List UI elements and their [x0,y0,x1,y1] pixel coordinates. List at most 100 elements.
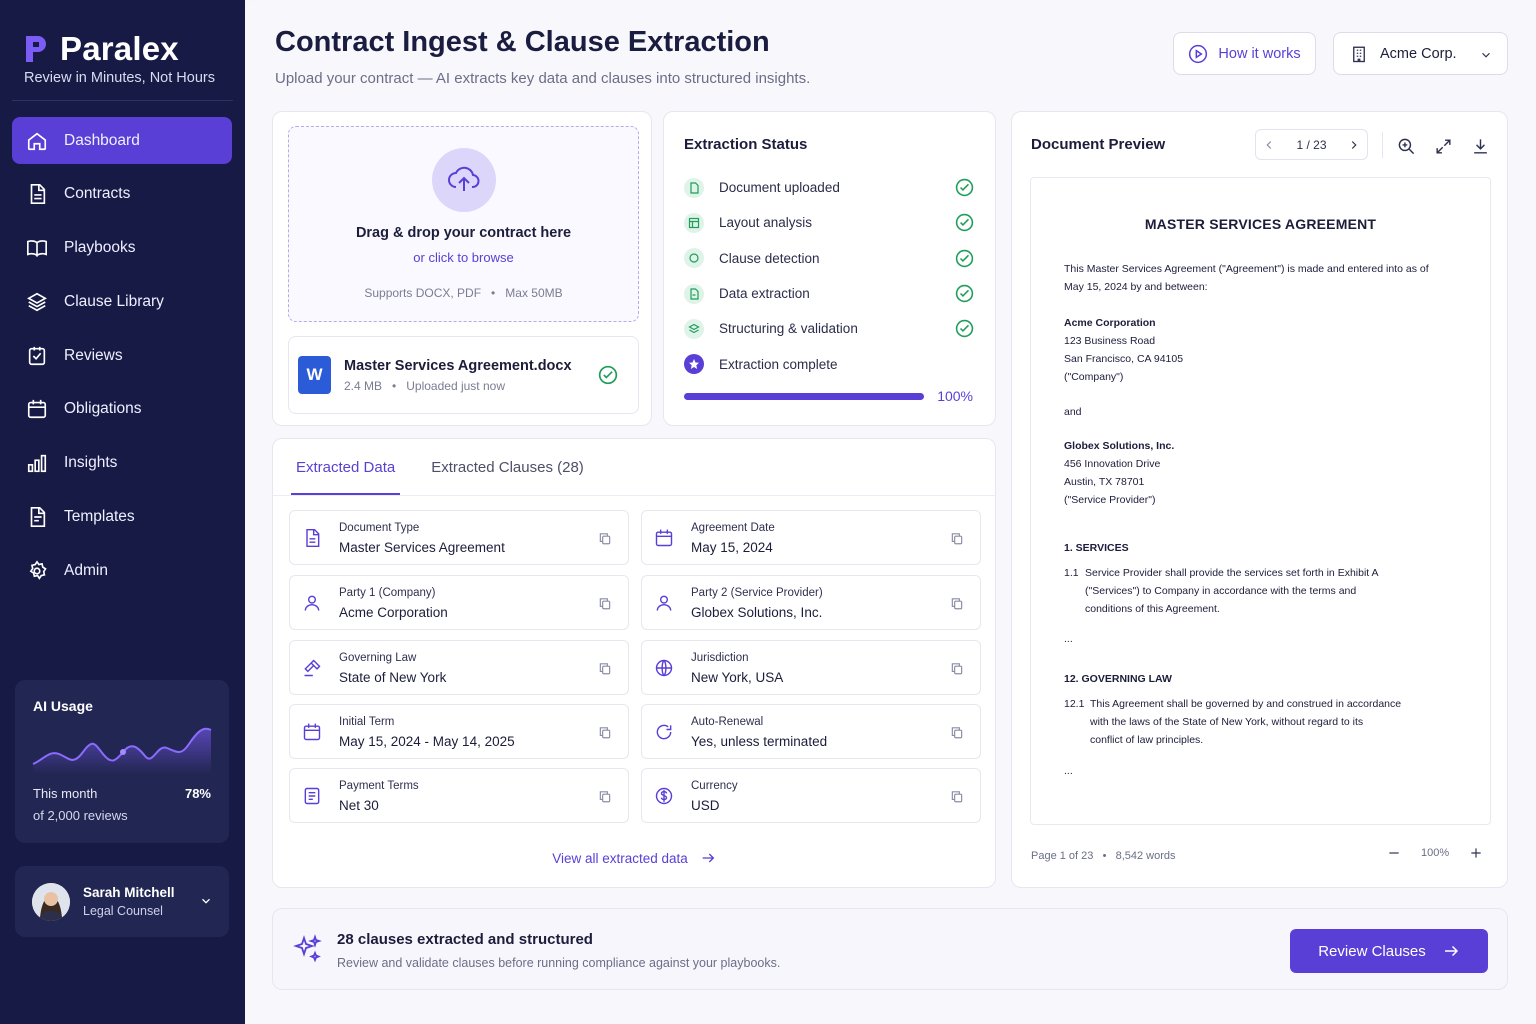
extracted-field-party-2-service-provider[interactable]: Party 2 (Service Provider) Globex Solutio… [641,575,981,630]
sidebar-item-label: Contracts [64,185,131,203]
sparkles-icon [293,934,322,963]
sidebar-item-playbooks[interactable]: Playbooks [12,225,232,272]
org-label: Acme Corp. [1380,45,1457,62]
sidebar-item-contracts[interactable]: Contracts [12,171,232,218]
sidebar-item-label: Dashboard [64,131,140,149]
copy-icon[interactable] [598,725,612,740]
uploaded-file[interactable]: W Master Services Agreement.docx 2.4 MB … [288,336,639,414]
copy-icon[interactable] [950,531,964,546]
toolbar-divider [1382,132,1383,158]
tab-extracted-clauses[interactable]: Extracted Clauses (28) [426,439,589,495]
field-label: Jurisdiction [691,652,749,664]
page-indicator: 1 / 23 [1296,137,1327,152]
field-value: State of New York [339,670,447,685]
supported-formats: Supports DOCX, PDF [364,286,482,300]
page-navigator: 1 / 23 [1255,129,1368,160]
copy-icon[interactable] [950,661,964,676]
progress-fill [684,393,924,400]
progress-label: 100% [937,388,973,404]
home-icon [27,132,47,150]
max-size: Max 50MB [505,286,563,300]
copy-icon[interactable] [950,596,964,611]
dollar-icon [655,787,673,805]
download-icon[interactable] [1471,137,1490,156]
sidebar-item-label: Templates [64,508,135,526]
field-value: Acme Corporation [339,605,448,620]
extraction-status-title: Extraction Status [684,136,808,153]
doc-line: ("Company") [1064,371,1124,383]
template-icon [30,507,46,528]
chevron-left-icon[interactable] [1262,138,1276,152]
review-clauses-button[interactable]: Review Clauses [1290,929,1488,973]
sidebar-item-label: Reviews [64,346,123,364]
extracted-field-party-1-company[interactable]: Party 1 (Company) Acme Corporation [289,575,629,630]
extracted-field-currency[interactable]: Currency USD [641,768,981,823]
doc-ellipsis: ... [1064,633,1073,645]
copy-icon[interactable] [598,531,612,546]
dropzone[interactable]: Drag & drop your contract here or click … [288,126,639,322]
check-square-icon [28,346,46,365]
sidebar-item-label: Insights [64,454,118,472]
extracted-field-payment-terms[interactable]: Payment Terms Net 30 [289,768,629,823]
sidebar-item-obligations[interactable]: Obligations [12,386,232,433]
sidebar-item-admin[interactable]: Admin [12,547,232,594]
extracted-field-initial-term[interactable]: Initial Term May 15, 2024 - May 14, 2025 [289,704,629,759]
extracted-field-document-type[interactable]: Document Type Master Services Agreement [289,510,629,565]
sidebar: Paralex Review in Minutes, Not Hours Das… [0,0,245,1024]
extracted-field-governing-law[interactable]: Governing Law State of New York [289,640,629,695]
check-circle-icon [955,178,974,197]
separator-dot: • [484,286,502,300]
plus-icon[interactable] [1469,846,1483,860]
receipt-icon [304,787,320,805]
copy-icon[interactable] [598,789,612,804]
zoom-in-icon[interactable] [1397,137,1416,156]
copy-icon[interactable] [950,789,964,804]
status-step: Document uploaded [684,170,974,205]
view-all-link[interactable]: View all extracted data [273,850,995,866]
field-label: Payment Terms [339,780,419,792]
sidebar-item-templates[interactable]: Templates [12,494,232,541]
field-value: Yes, unless terminated [691,734,828,749]
extracted-field-jurisdiction[interactable]: Jurisdiction New York, USA [641,640,981,695]
sidebar-item-insights[interactable]: Insights [12,440,232,487]
field-label: Party 2 (Service Provider) [691,587,823,599]
calendar-icon [303,723,321,741]
brand[interactable]: Paralex [24,30,179,68]
doc-title: MASTER SERVICES AGREEMENT [1144,216,1377,232]
extraction-progress-bar [684,393,924,400]
check-circle-icon [598,365,618,385]
status-step: Extraction complete [684,346,974,381]
sidebar-item-reviews[interactable]: Reviews [12,332,232,379]
expand-icon[interactable] [1434,137,1453,156]
extraction-status-card: Extraction Status Document uploaded Layo… [663,111,996,426]
user-menu[interactable]: Sarah Mitchell Legal Counsel [15,866,229,937]
extracted-field-agreement-date[interactable]: Agreement Date May 15, 2024 [641,510,981,565]
upload-cloud-icon [431,148,496,212]
org-selector[interactable]: Acme Corp. [1333,32,1508,75]
browse-link[interactable]: or click to browse [289,250,638,265]
doc-line: Service Provider shall provide the servi… [1085,567,1379,579]
bar-chart-icon [27,455,47,473]
chevron-right-icon[interactable] [1347,138,1361,152]
copy-icon[interactable] [598,661,612,676]
copy-icon[interactable] [598,596,612,611]
calendar-icon [27,400,47,419]
document-icon [306,528,320,548]
brand-name: Paralex [60,30,179,67]
field-label: Auto-Renewal [691,716,764,728]
how-it-works-button[interactable]: How it works [1173,32,1316,75]
copy-icon[interactable] [950,725,964,740]
status-steps: Document uploaded Layout analysis Clause… [684,170,974,382]
view-all-label: View all extracted data [552,850,688,866]
dropzone-title: Drag & drop your contract here [355,225,572,241]
page-title: Contract Ingest & Clause Extraction [275,26,770,58]
sidebar-item-clause-library[interactable]: Clause Library [12,278,232,325]
chevron-down-icon [202,898,210,904]
doc-line: conditions of this Agreement. [1085,603,1220,615]
doc-section-1-heading: 1. SERVICES [1064,542,1129,554]
tab-extracted-data[interactable]: Extracted Data [291,439,401,495]
minus-icon[interactable] [1387,846,1401,860]
doc-clause-number: 1.1 [1064,567,1079,579]
extracted-field-auto-renewal[interactable]: Auto-Renewal Yes, unless terminated [641,704,981,759]
sidebar-item-dashboard[interactable]: Dashboard [12,117,232,164]
